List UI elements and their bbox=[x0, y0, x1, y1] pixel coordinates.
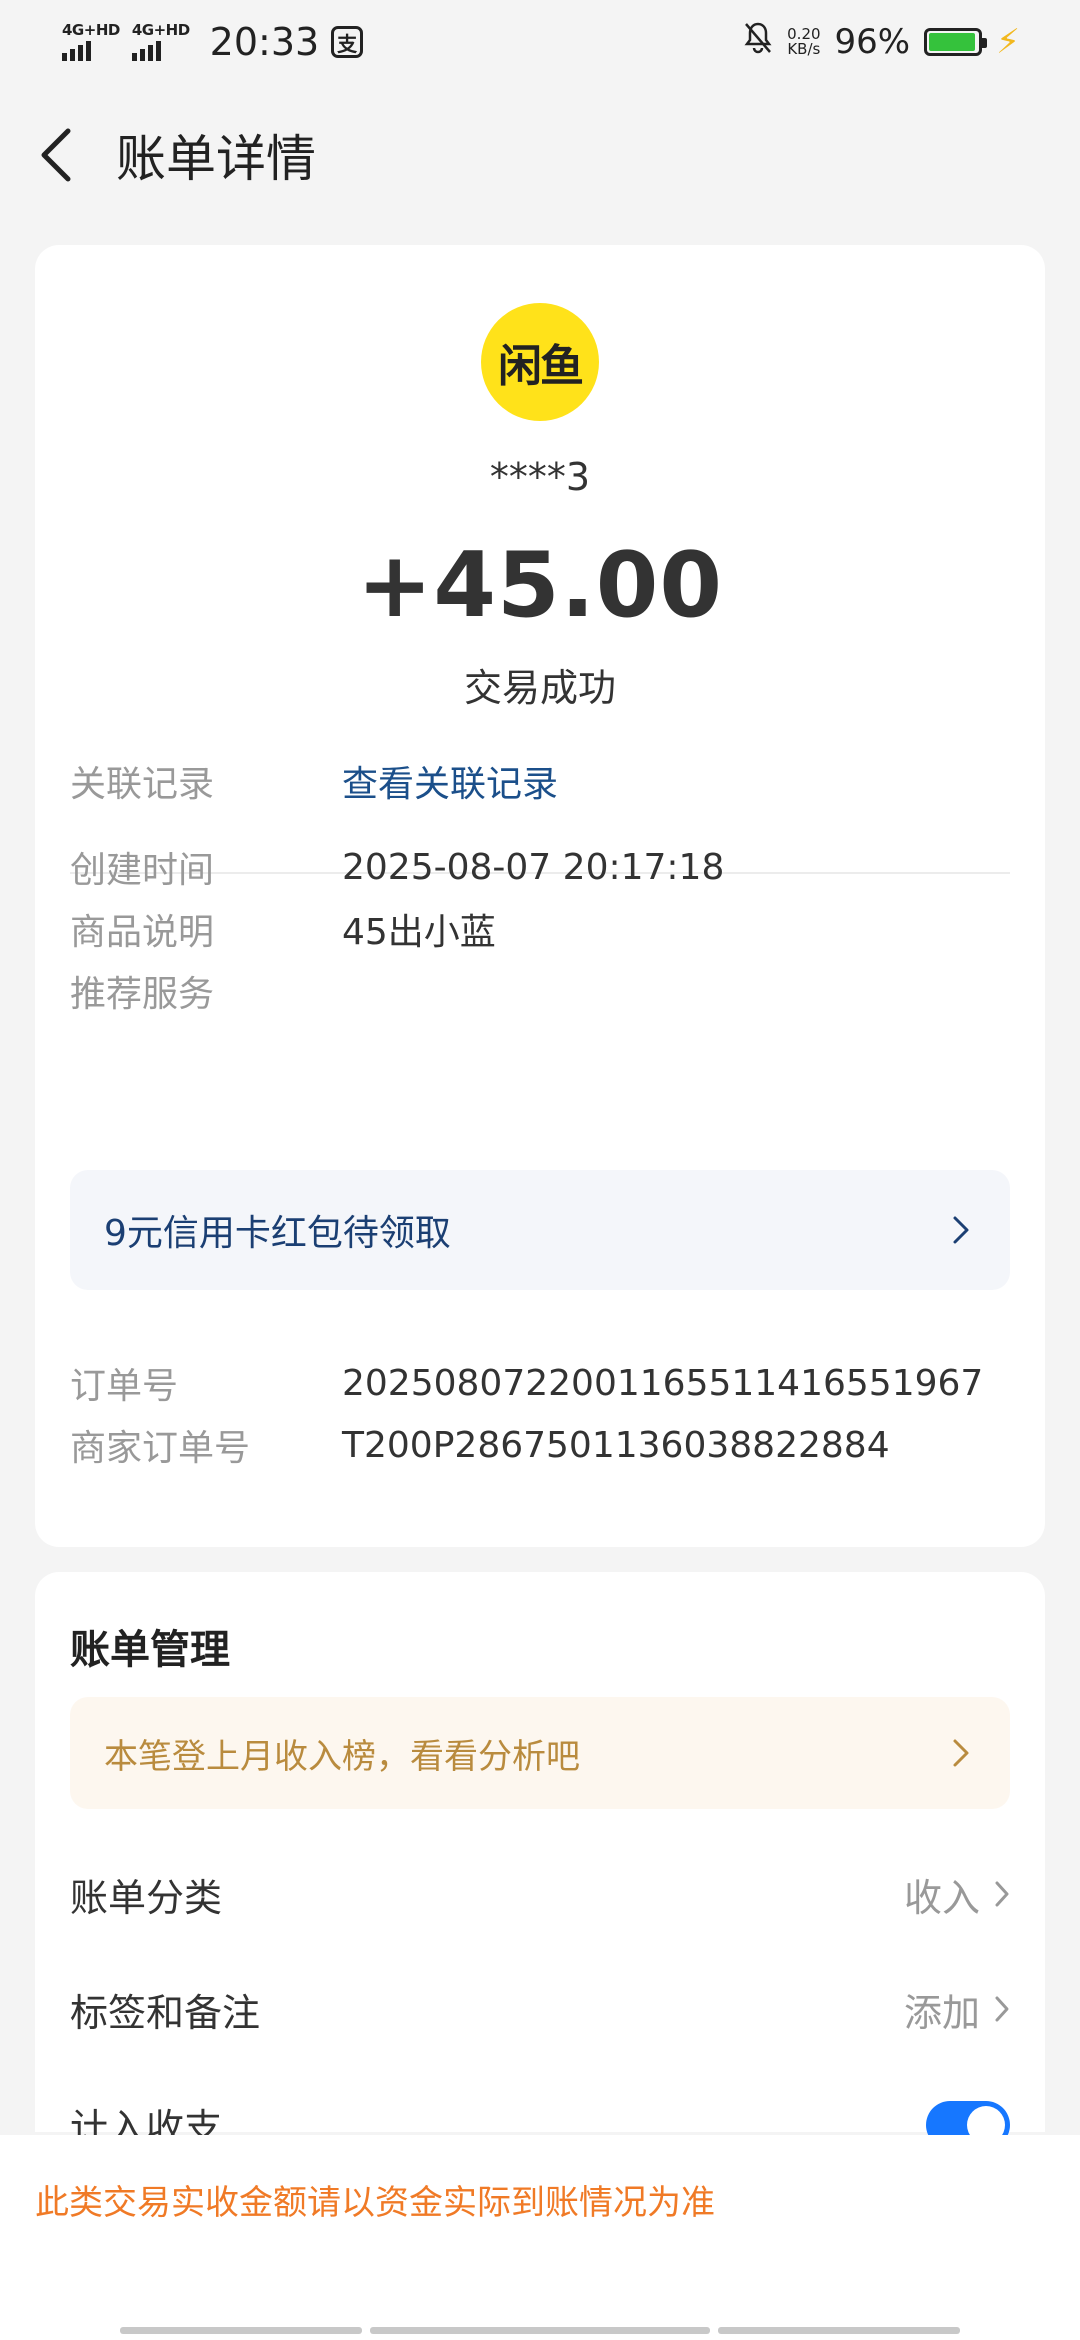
back-arrow-icon[interactable] bbox=[38, 120, 88, 190]
merchant-name: ****3 bbox=[489, 455, 591, 499]
bill-category-label: 账单分类 bbox=[70, 1876, 223, 1920]
bill-management-title: 账单管理 bbox=[70, 1627, 230, 1673]
recommend-service-row: 推荐服务 bbox=[70, 965, 1010, 1017]
tags-notes-value: 添加 bbox=[903, 1991, 980, 2035]
income-ranking-tip-text: 本笔登上月收入榜，看看分析吧 bbox=[104, 1736, 580, 1777]
signal-icon-2: 4G+HD bbox=[131, 21, 190, 61]
bell-off-icon bbox=[743, 21, 773, 64]
notice-text: 此类交易实收金额请以资金实际到账情况为准 bbox=[35, 2183, 715, 2223]
transaction-status: 交易成功 bbox=[463, 666, 616, 710]
bill-management-card: 账单管理 本笔登上月收入榜，看看分析吧 账单分类 收入 标签和备注 添加 计入收… bbox=[35, 1572, 1045, 2150]
created-time-label: 创建时间 bbox=[70, 850, 215, 891]
bill-category-value: 收入 bbox=[903, 1876, 980, 1920]
merchant-order-row: 商家订单号 T200P2867501136038822884 bbox=[70, 1419, 1010, 1471]
alipay-notification-icon: 支 bbox=[331, 26, 364, 58]
order-number-value: 2025080722001165511416551967 bbox=[342, 1362, 984, 1404]
status-bar: 4G+HD 4G+HD 20:33 支 0.20 KB/s 96% ⚡ bbox=[0, 0, 1080, 84]
promo-text: 9元信用卡红包待领取 bbox=[104, 1213, 451, 1254]
network-type-1: 4G+HD bbox=[62, 21, 120, 39]
merchant-order-label: 商家订单号 bbox=[70, 1428, 251, 1469]
order-number-label: 订单号 bbox=[70, 1366, 179, 1407]
credit-card-promo-banner[interactable]: 9元信用卡红包待领取 bbox=[70, 1170, 1010, 1290]
page-title: 账单详情 bbox=[116, 130, 316, 188]
transaction-amount: +45.00 bbox=[356, 533, 724, 638]
created-time-row: 创建时间 2025-08-07 20:17:18 bbox=[70, 841, 1010, 893]
bill-detail-page: 4G+HD 4G+HD 20:33 支 0.20 KB/s 96% ⚡ 账单详情… bbox=[0, 0, 1080, 2340]
created-time-value: 2025-08-07 20:17:18 bbox=[342, 846, 725, 888]
battery-icon bbox=[924, 28, 988, 56]
tags-notes-row[interactable]: 标签和备注 添加 bbox=[70, 1982, 1010, 2037]
tags-notes-label: 标签和备注 bbox=[70, 1991, 261, 2035]
chevron-right-icon bbox=[952, 1215, 970, 1245]
merchant-logo: 闲鱼 bbox=[481, 303, 599, 421]
network-speed: 0.20 KB/s bbox=[787, 27, 820, 57]
product-desc-value: 45出小蓝 bbox=[342, 912, 496, 953]
charging-icon: ⚡ bbox=[996, 22, 1020, 62]
product-desc-row: 商品说明 45出小蓝 bbox=[70, 903, 1010, 955]
gesture-bar bbox=[120, 2327, 960, 2334]
status-time: 20:33 bbox=[209, 20, 320, 64]
order-number-row: 订单号 2025080722001165511416551967 bbox=[70, 1357, 1010, 1409]
battery-percent: 96% bbox=[834, 22, 911, 62]
view-related-record-link[interactable]: 查看关联记录 bbox=[342, 755, 558, 807]
speed-unit: KB/s bbox=[787, 40, 821, 58]
income-ranking-tip[interactable]: 本笔登上月收入榜，看看分析吧 bbox=[70, 1697, 1010, 1809]
bill-category-row[interactable]: 账单分类 收入 bbox=[70, 1867, 1010, 1922]
merchant-logo-text: 闲鱼 bbox=[498, 341, 584, 392]
signal-icon: 4G+HD bbox=[62, 23, 120, 61]
recommend-service-label: 推荐服务 bbox=[70, 974, 215, 1015]
product-desc-label: 商品说明 bbox=[70, 912, 215, 953]
network-type-2: 4G+HD bbox=[131, 21, 190, 39]
related-record-row: 关联记录 查看关联记录 bbox=[70, 755, 1010, 807]
chevron-right-icon bbox=[952, 1738, 970, 1768]
chevron-right-icon bbox=[994, 1988, 1010, 2032]
related-record-label: 关联记录 bbox=[70, 764, 215, 805]
bill-summary-card: 闲鱼 ****3 +45.00 交易成功 关联记录 查看关联记录 创建时间 20… bbox=[35, 245, 1045, 1547]
chevron-right-icon bbox=[994, 1873, 1010, 1917]
top-nav: 账单详情 bbox=[0, 110, 1080, 200]
merchant-order-value: T200P2867501136038822884 bbox=[342, 1424, 890, 1466]
bottom-notice-bar: 此类交易实收金额请以资金实际到账情况为准 bbox=[0, 2135, 1080, 2340]
